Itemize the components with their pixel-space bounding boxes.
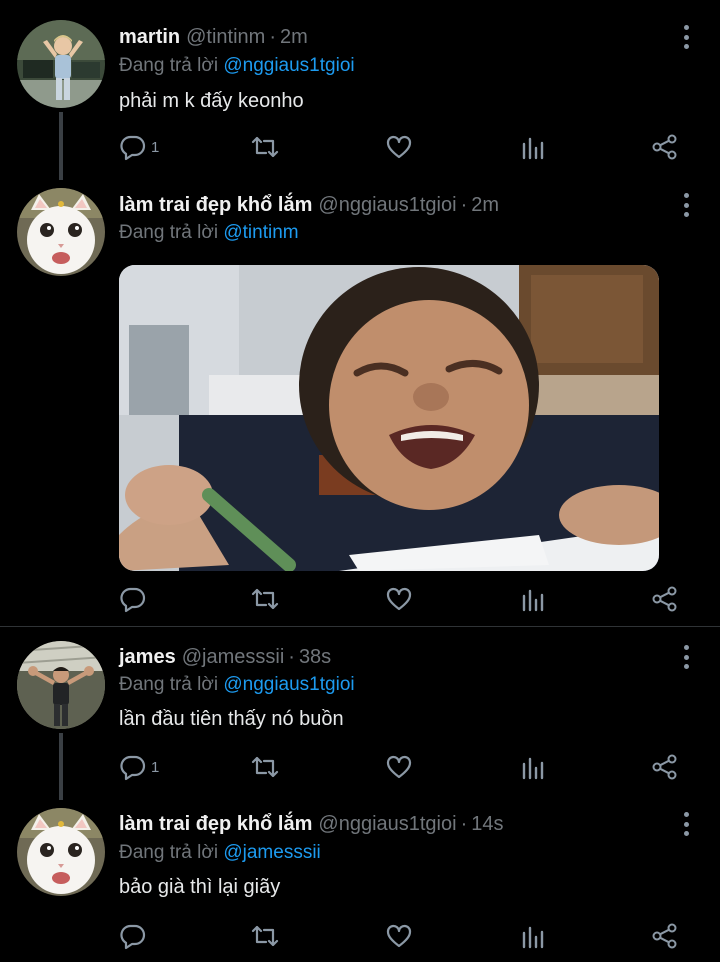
share-button[interactable] <box>650 752 680 782</box>
reply-button[interactable] <box>119 921 151 951</box>
like-button[interactable] <box>385 584 413 614</box>
reply-count: 1 <box>151 138 160 156</box>
reply-icon <box>120 587 146 613</box>
replying-to: Đang trả lời @jamesssii <box>119 838 321 868</box>
like-button[interactable] <box>385 921 413 951</box>
separator-dot: · <box>288 646 295 668</box>
like-button[interactable] <box>385 752 413 782</box>
share-icon <box>652 134 677 160</box>
more-vertical-icon[interactable] <box>682 193 690 217</box>
share-button[interactable] <box>650 584 680 614</box>
avatar[interactable] <box>17 20 105 108</box>
replying-to-label: Đang trả lời <box>119 222 219 243</box>
tweet-james[interactable]: james @jamesssii · 38s Đang trả lời @ngg… <box>0 627 720 800</box>
reply-button[interactable] <box>119 584 151 614</box>
analytics-icon <box>522 137 544 160</box>
retweet-icon <box>251 925 279 947</box>
reply-thread-feed: martin @tintinm · 2m Đang trả lời @nggia… <box>0 0 720 962</box>
username[interactable]: @nggiaus1tgioi <box>318 808 456 840</box>
retweet-button[interactable] <box>250 921 280 951</box>
timestamp[interactable]: 38s <box>299 641 331 673</box>
more-vertical-icon[interactable] <box>682 25 690 49</box>
retweet-button[interactable] <box>250 584 280 614</box>
retweet-button[interactable] <box>250 752 280 782</box>
timestamp[interactable]: 2m <box>471 189 499 221</box>
thread-connector <box>59 733 63 800</box>
separator-dot: · <box>269 26 277 48</box>
retweet-icon <box>251 588 279 610</box>
tweet-martin[interactable]: martin @tintinm · 2m Đang trả lời @nggia… <box>0 0 720 180</box>
separator-dot: · <box>460 194 468 216</box>
share-button[interactable] <box>650 921 680 951</box>
tweet-actions: 1 <box>119 132 689 162</box>
avatar[interactable] <box>17 808 105 896</box>
replying-to: Đang trả lời @nggiaus1tgioi <box>119 51 355 81</box>
share-icon <box>652 586 677 612</box>
more-vertical-icon[interactable] <box>682 645 690 669</box>
tweet-actions: 1 <box>119 752 689 782</box>
replying-to-label: Đang trả lời <box>119 674 219 695</box>
timestamp[interactable]: 14s <box>471 808 503 840</box>
username[interactable]: @jamesssii <box>182 641 285 673</box>
replying-to: Đang trả lời @nggiaus1tgioi <box>119 670 355 700</box>
analytics-button[interactable] <box>519 921 547 951</box>
replying-to-label: Đang trả lời <box>119 55 219 76</box>
replying-to-mention[interactable]: @jamesssii <box>223 842 320 863</box>
avatar[interactable] <box>17 641 105 729</box>
tweet-header: làm trai đẹp khổ lắm @nggiaus1tgioi · 2m <box>119 189 499 221</box>
replying-to-mention[interactable]: @nggiaus1tgioi <box>223 55 354 76</box>
thread-connector <box>59 112 63 180</box>
heart-icon <box>386 755 412 779</box>
tweet-text: phải m k đấy keonho <box>119 90 304 112</box>
username[interactable]: @tintinm <box>186 21 265 53</box>
timestamp[interactable]: 2m <box>280 21 308 53</box>
tweet-text: bảo già thì lại giãy <box>119 876 281 898</box>
tweet-header: james @jamesssii · 38s <box>119 641 331 673</box>
heart-icon <box>386 135 412 159</box>
reply-icon <box>120 135 146 161</box>
tweet-header: làm trai đẹp khổ lắm @nggiaus1tgioi · 14… <box>119 808 504 840</box>
reply-button[interactable]: 1 <box>119 132 159 162</box>
replying-to-mention[interactable]: @tintinm <box>223 222 298 243</box>
replying-to-label: Đang trả lời <box>119 842 219 863</box>
display-name[interactable]: james <box>119 641 176 673</box>
heart-icon <box>386 587 412 611</box>
replying-to: Đang trả lời @tintinm <box>119 218 299 248</box>
like-button[interactable] <box>385 132 413 162</box>
display-name[interactable]: làm trai đẹp khổ lắm <box>119 808 312 840</box>
reply-count: 1 <box>151 758 160 776</box>
display-name[interactable]: martin <box>119 21 180 53</box>
retweet-icon <box>251 756 279 778</box>
reply-button[interactable]: 1 <box>119 752 159 782</box>
separator-dot: · <box>460 813 468 835</box>
tweet-header: martin @tintinm · 2m <box>119 21 308 53</box>
replying-to-mention[interactable]: @nggiaus1tgioi <box>223 674 354 695</box>
tweet-nggiaus1tgioi[interactable]: làm trai đẹp khổ lắm @nggiaus1tgioi · 14… <box>0 800 720 962</box>
analytics-icon <box>522 589 544 612</box>
tweet-media-image[interactable] <box>119 265 659 571</box>
username[interactable]: @nggiaus1tgioi <box>318 189 456 221</box>
avatar[interactable] <box>17 188 105 276</box>
share-button[interactable] <box>650 132 680 162</box>
analytics-icon <box>522 926 544 949</box>
tweet-text: lần đầu tiên thấy nó buồn <box>119 708 344 730</box>
share-icon <box>652 923 677 949</box>
tweet-actions <box>119 584 689 614</box>
display-name[interactable]: làm trai đẹp khổ lắm <box>119 189 312 221</box>
analytics-icon <box>522 757 544 780</box>
reply-icon <box>120 924 146 950</box>
share-icon <box>652 754 677 780</box>
heart-icon <box>386 924 412 948</box>
analytics-button[interactable] <box>519 752 547 782</box>
tweet-actions <box>119 921 689 951</box>
tweet-nggiaus1tgioi-media[interactable]: làm trai đẹp khổ lắm @nggiaus1tgioi · 2m… <box>0 180 720 626</box>
analytics-button[interactable] <box>519 584 547 614</box>
retweet-button[interactable] <box>250 132 280 162</box>
reply-icon <box>120 755 146 781</box>
analytics-button[interactable] <box>519 132 547 162</box>
retweet-icon <box>251 136 279 158</box>
more-vertical-icon[interactable] <box>682 812 690 836</box>
